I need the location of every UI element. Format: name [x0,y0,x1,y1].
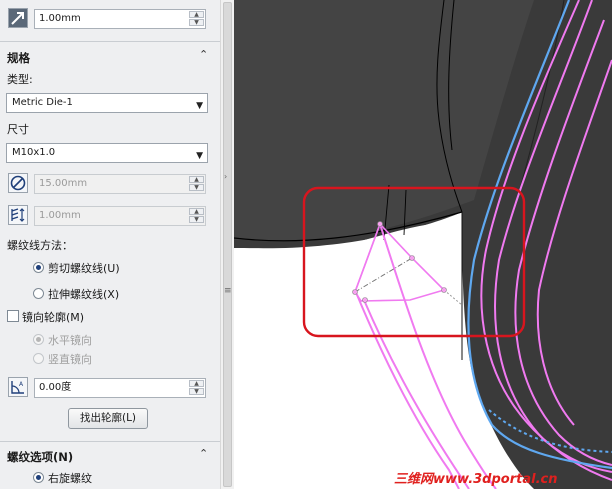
size-dropdown[interactable]: M10x1.0 ▼ [6,143,208,163]
grip-icon[interactable]: ≡ [224,286,232,296]
extrude-thread-label[interactable]: 拉伸螺纹线(X) [48,286,119,302]
panel-splitter[interactable]: › ≡ [220,0,235,489]
angle-input[interactable]: 0.00度 ▲ ▼ [34,378,206,398]
mirror-horizontal-label[interactable]: 水平镜向 [48,332,92,348]
scrollbar-thumb[interactable] [223,2,232,487]
right-hand-thread-radio[interactable] [33,472,44,483]
pitch-value: 1.00mm [39,210,81,221]
property-manager-panel: 1.00mm ▲ ▼ 规格 ⌃ 类型: Metric Die-1 ▼ 尺寸 M10… [0,0,220,489]
mirror-profile-checkbox[interactable] [7,310,19,322]
dropdown-arrow-icon: ▼ [196,151,203,161]
cut-thread-label[interactable]: 剪切螺纹线(U) [48,260,120,276]
diameter-value: 15.00mm [39,178,88,189]
spin-up-button[interactable]: ▲ [189,11,204,18]
separator [0,441,220,442]
diameter-icon [8,173,28,193]
graphics-viewport[interactable]: 三维网www.3dportal.cn [234,0,612,489]
offset-input[interactable]: 1.00mm ▲ ▼ [34,9,206,29]
spec-section-title: 规格 [7,51,30,65]
mirror-profile-label[interactable]: 镜向轮廓(M) [22,309,84,325]
mirror-vertical-radio[interactable] [33,353,44,364]
spin-down-button[interactable]: ▼ [189,184,204,191]
offset-value: 1.00mm [39,13,81,24]
pitch-input[interactable]: 1.00mm ▲ ▼ [34,206,206,226]
collapse-chevron-icon[interactable]: ⌃ [199,48,208,61]
type-value: Metric Die-1 [12,97,73,108]
spin-down-button[interactable]: ▼ [189,216,204,223]
model-view [234,0,612,489]
pitch-icon [8,205,28,225]
collapse-arrow-icon[interactable]: › [224,172,227,181]
diameter-input[interactable]: 15.00mm ▲ ▼ [34,174,206,194]
thread-options-title: 螺纹选项(N) [7,450,74,464]
method-label: 螺纹线方法： [7,239,73,252]
spin-up-button[interactable]: ▲ [189,380,204,387]
watermark-text: 三维网www.3dportal.cn [394,472,558,487]
find-profile-button[interactable]: 找出轮廓(L) [68,408,148,429]
angle-value: 0.00度 [39,382,72,393]
size-value: M10x1.0 [12,147,56,158]
rotation-angle-icon: A [8,377,28,397]
right-hand-thread-label[interactable]: 右旋螺纹 [48,470,92,486]
extrude-thread-radio[interactable] [33,288,44,299]
spin-up-button[interactable]: ▲ [189,208,204,215]
cut-thread-radio[interactable] [33,262,44,273]
type-label: 类型: [7,73,33,86]
spin-down-button[interactable]: ▼ [189,19,204,26]
arrow-diagonal-icon [8,8,28,28]
mirror-horizontal-radio[interactable] [33,334,44,345]
size-label: 尺寸 [7,123,29,136]
type-dropdown[interactable]: Metric Die-1 ▼ [6,93,208,113]
dropdown-arrow-icon: ▼ [196,101,203,111]
mirror-vertical-label[interactable]: 竖直镜向 [48,351,92,367]
svg-text:A: A [19,381,24,388]
collapse-chevron-icon[interactable]: ⌃ [199,447,208,460]
spin-down-button[interactable]: ▼ [189,388,204,395]
separator [0,41,220,42]
spin-up-button[interactable]: ▲ [189,176,204,183]
